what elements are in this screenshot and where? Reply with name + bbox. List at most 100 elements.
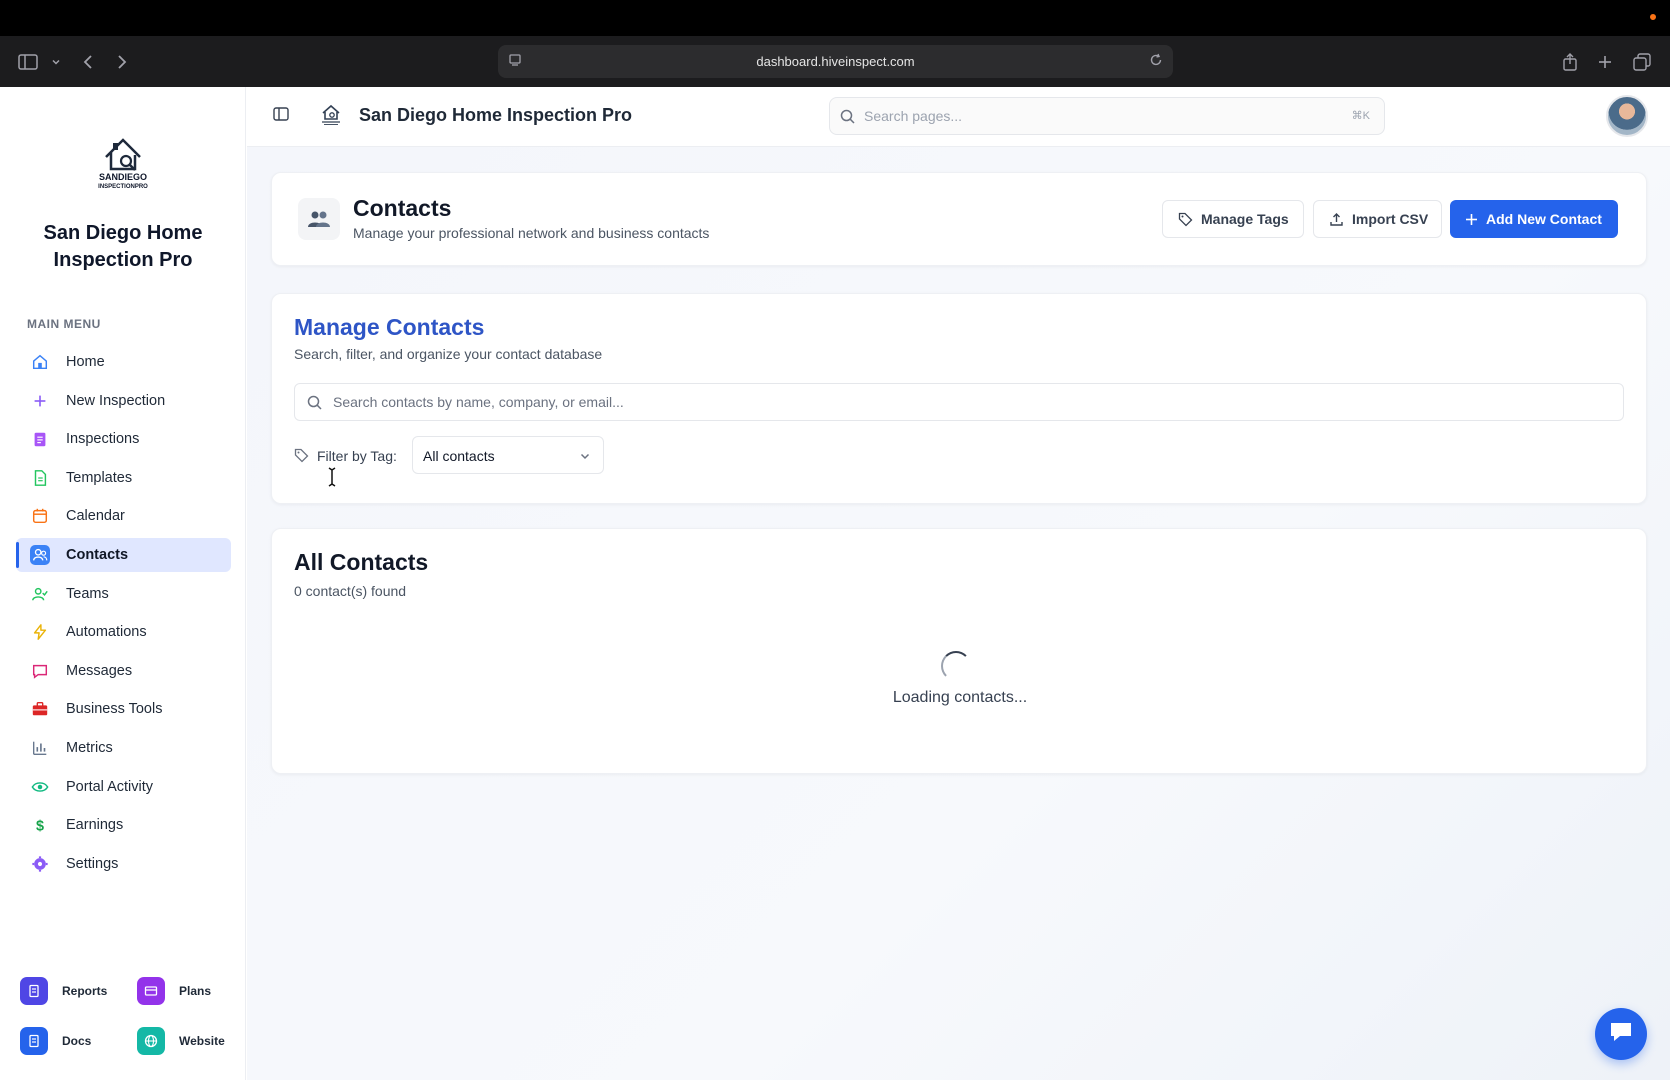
tag-icon (294, 448, 309, 468)
back-icon[interactable] (76, 50, 100, 74)
macos-menubar (0, 0, 1670, 36)
sidebar-item-label: Inspections (66, 431, 140, 448)
report-icon (20, 977, 48, 1005)
svg-text:$: $ (36, 819, 44, 835)
contact-search[interactable] (294, 383, 1624, 421)
page-subtitle: Manage your professional network and bus… (353, 225, 710, 241)
all-contacts-card: All Contacts 0 contact(s) found Loading … (271, 528, 1647, 774)
page-title: Contacts (353, 195, 452, 221)
text-cursor-icon (327, 467, 337, 492)
tabs-overview-icon[interactable] (1630, 50, 1654, 74)
company-logo: SANDIEGO INSPECTIONPRO (98, 138, 148, 189)
sidebar-item-label: Teams (66, 585, 109, 602)
new-tab-icon[interactable] (1593, 50, 1617, 74)
sidebar-link-docs[interactable]: Docs (20, 1027, 91, 1055)
sidebar: SANDIEGO INSPECTIONPRO San Diego Home In… (0, 87, 246, 1080)
header-title: San Diego Home Inspection Pro (359, 105, 633, 125)
sidebar-item-metrics[interactable]: Metrics (16, 731, 231, 765)
sidebar-item-label: Contacts (66, 546, 129, 563)
support-chat-button[interactable] (1595, 1008, 1647, 1060)
chevron-down-icon (579, 449, 591, 467)
sidebar-item-teams[interactable]: Teams (16, 577, 231, 611)
sidebar-item-label: Calendar (66, 508, 125, 525)
dollar-icon: $ (30, 815, 50, 835)
chat-icon (1608, 1020, 1634, 1049)
search-icon (307, 395, 322, 415)
sidebar-item-messages[interactable]: Messages (16, 654, 231, 688)
logo-text-1: SANDIEGO (99, 172, 147, 182)
sidebar-collapse-icon[interactable] (273, 107, 289, 126)
sidebar-item-portal-activity[interactable]: Portal Activity (16, 770, 231, 804)
sidebar-toggle-icon[interactable] (16, 50, 40, 74)
sidebar-item-new-inspection[interactable]: New Inspection (16, 384, 231, 418)
page-search-input[interactable] (864, 98, 1334, 134)
contacts-people-icon (298, 198, 340, 240)
tag-filter-value: All contacts (423, 448, 495, 464)
sidebar-item-home[interactable]: Home (16, 345, 231, 379)
docs-icon (20, 1027, 48, 1055)
main-menu-label: MAIN MENU (27, 317, 101, 331)
manage-tags-label: Manage Tags (1201, 211, 1289, 227)
sidebar-item-calendar[interactable]: Calendar (16, 499, 231, 533)
import-csv-button[interactable]: Import CSV (1313, 200, 1442, 238)
sidebar-item-business-tools[interactable]: Business Tools (16, 692, 231, 726)
reload-icon[interactable] (1149, 53, 1163, 70)
sidebar-item-label: Templates (66, 469, 133, 486)
tag-icon (1178, 212, 1193, 227)
sidebar-item-label: Settings (66, 855, 119, 872)
sidebar-nav: Home New Inspection Inspections Templates Ca… (16, 345, 231, 885)
sidebar-link-label: Docs (62, 1034, 92, 1048)
sidebar-item-contacts[interactable]: Contacts (16, 537, 231, 572)
page-search[interactable]: ⌘K (829, 97, 1385, 135)
sidebar-item-label: Metrics (66, 739, 113, 756)
contact-count: 0 contact(s) found (294, 583, 407, 599)
sidebar-item-label: Portal Activity (66, 778, 154, 795)
sidebar-item-automations[interactable]: Automations (16, 615, 231, 649)
sidebar-item-label: Automations (66, 624, 147, 641)
import-csv-label: Import CSV (1352, 211, 1429, 227)
add-new-contact-button[interactable]: Add New Contact (1450, 200, 1618, 238)
recording-indicator (1650, 14, 1656, 20)
address-bar[interactable]: dashboard.hiveinspect.com (498, 45, 1173, 78)
filter-by-tag-label: Filter by Tag: (317, 448, 397, 464)
sidebar-link-label: Website (179, 1034, 225, 1048)
briefcase-icon (30, 699, 50, 719)
tag-filter-select[interactable]: All contacts (412, 436, 604, 474)
chevron-down-icon[interactable] (44, 50, 68, 74)
manage-tags-button[interactable]: Manage Tags (1162, 200, 1304, 238)
upload-icon (1329, 212, 1344, 227)
share-icon[interactable] (1558, 50, 1582, 74)
sidebar-item-label: Business Tools (66, 701, 163, 718)
user-check-icon (30, 584, 50, 604)
all-contacts-title: All Contacts (294, 549, 429, 575)
avatar[interactable] (1606, 95, 1648, 137)
sidebar-link-reports[interactable]: Reports (20, 977, 107, 1005)
sidebar-link-plans[interactable]: Plans (137, 977, 211, 1005)
contact-search-input[interactable] (333, 384, 1603, 420)
calendar-icon (30, 506, 50, 526)
search-shortcut: ⌘K (1351, 110, 1370, 122)
sidebar-item-inspections[interactable]: Inspections (16, 422, 231, 456)
add-new-contact-label: Add New Contact (1486, 211, 1602, 227)
main-content: Contacts Manage your professional networ… (247, 147, 1670, 1080)
document-icon (30, 468, 50, 488)
plus-icon (30, 391, 50, 411)
eye-icon (30, 777, 50, 797)
forward-icon[interactable] (110, 50, 134, 74)
sidebar-item-earnings[interactable]: $ Earnings (16, 808, 231, 842)
sidebar-link-website[interactable]: Website (137, 1027, 225, 1055)
globe-icon (137, 1027, 165, 1055)
reader-icon[interactable] (508, 53, 522, 70)
search-icon (840, 109, 855, 129)
sidebar-item-label: New Inspection (66, 392, 166, 409)
users-icon (30, 544, 50, 565)
sidebar-item-settings[interactable]: Settings (16, 847, 231, 881)
message-icon (30, 661, 50, 681)
plus-icon (1465, 213, 1478, 226)
url-text: dashboard.hiveinspect.com (756, 54, 915, 69)
sidebar-item-templates[interactable]: Templates (16, 461, 231, 495)
credit-card-icon (137, 977, 165, 1005)
header-logo (322, 104, 340, 125)
sidebar-link-label: Plans (179, 984, 212, 998)
logo-text-2: INSPECTIONPRO (98, 184, 148, 189)
